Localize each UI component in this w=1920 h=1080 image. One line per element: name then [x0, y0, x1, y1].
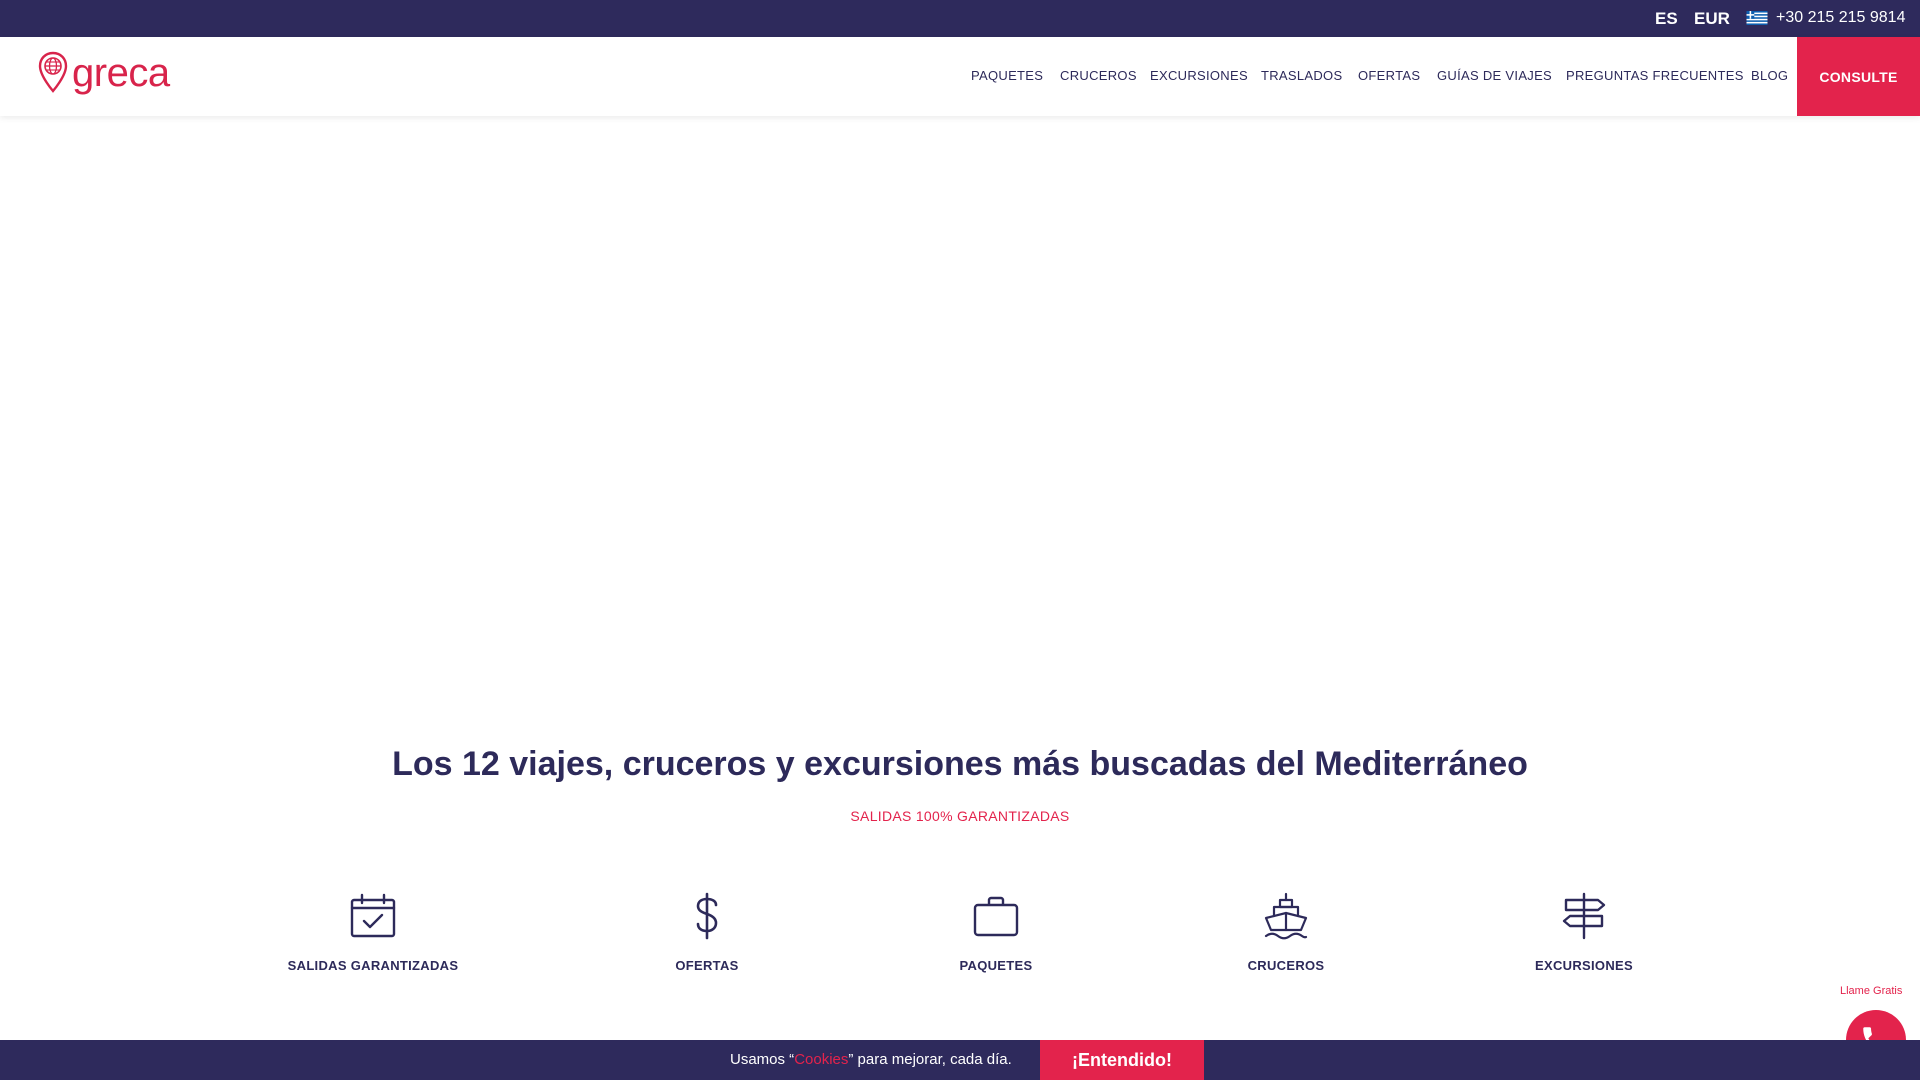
calendar-check-icon [350, 893, 396, 938]
location-pin-globe-icon [38, 51, 68, 93]
greek-flag-icon [1746, 11, 1768, 25]
page-subheadline: SALIDAS 100% GARANTIZADAS [850, 808, 1070, 824]
cookie-accept-button[interactable]: ¡Entendido! [1040, 1040, 1204, 1080]
dollar-icon [696, 892, 718, 940]
feature-ofertas[interactable]: OFERTAS [587, 892, 827, 973]
currency-selector[interactable]: EUR [1694, 9, 1730, 29]
nav-traslados[interactable]: TRASLADOS [1261, 68, 1342, 83]
signpost-icon [1562, 892, 1606, 940]
consulte-button[interactable]: CONSULTE [1797, 37, 1920, 116]
feature-label: EXCURSIONES [1535, 958, 1633, 973]
cookie-message: Usamos “Cookies” para mejorar, cada día. [730, 1051, 1012, 1068]
cookie-text-after: ” para mejorar, cada día. [848, 1051, 1012, 1068]
cookie-text-before: Usamos “ [730, 1051, 795, 1068]
nav-preguntas-frecuentes[interactable]: PREGUNTAS FRECUENTES [1566, 68, 1744, 83]
main-header: greca PAQUETES CRUCEROS EXCURSIONES TRAS… [0, 37, 1920, 116]
language-selector[interactable]: ES [1655, 9, 1678, 29]
page-headline: Los 12 viajes, cruceros y excursiones má… [392, 745, 1528, 783]
feature-label: SALIDAS GARANTIZADAS [287, 958, 459, 973]
top-bar: ES EUR +30 215 215 9814 [0, 0, 1920, 37]
nav-blog[interactable]: BLOG [1751, 68, 1788, 83]
feature-label: PAQUETES [959, 958, 1033, 973]
feature-excursiones[interactable]: EXCURSIONES [1464, 892, 1704, 973]
nav-paquetes[interactable]: PAQUETES [971, 68, 1043, 83]
cookie-bar: Usamos “Cookies” para mejorar, cada día.… [0, 1040, 1920, 1080]
nav-excursiones[interactable]: EXCURSIONES [1150, 68, 1248, 83]
call-free-label[interactable]: Llame Gratis [1840, 985, 1902, 997]
feature-salidas-garantizadas[interactable]: SALIDAS GARANTIZADAS [253, 892, 493, 973]
nav-guias-de-viajes[interactable]: GUÍAS DE VIAJES [1437, 68, 1552, 83]
logo-text: greca [72, 51, 170, 95]
ship-icon [1264, 892, 1308, 940]
phone-number[interactable]: +30 215 215 9814 [1776, 9, 1905, 27]
cookies-link[interactable]: Cookies [794, 1051, 848, 1068]
nav-ofertas[interactable]: OFERTAS [1358, 68, 1420, 83]
nav-cruceros[interactable]: CRUCEROS [1060, 68, 1137, 83]
feature-label: OFERTAS [675, 958, 739, 973]
logo[interactable]: greca [38, 51, 170, 95]
feature-label: CRUCEROS [1247, 958, 1325, 973]
feature-paquetes[interactable]: PAQUETES [876, 892, 1116, 973]
feature-cruceros[interactable]: CRUCEROS [1166, 892, 1406, 973]
briefcase-icon [973, 896, 1019, 937]
